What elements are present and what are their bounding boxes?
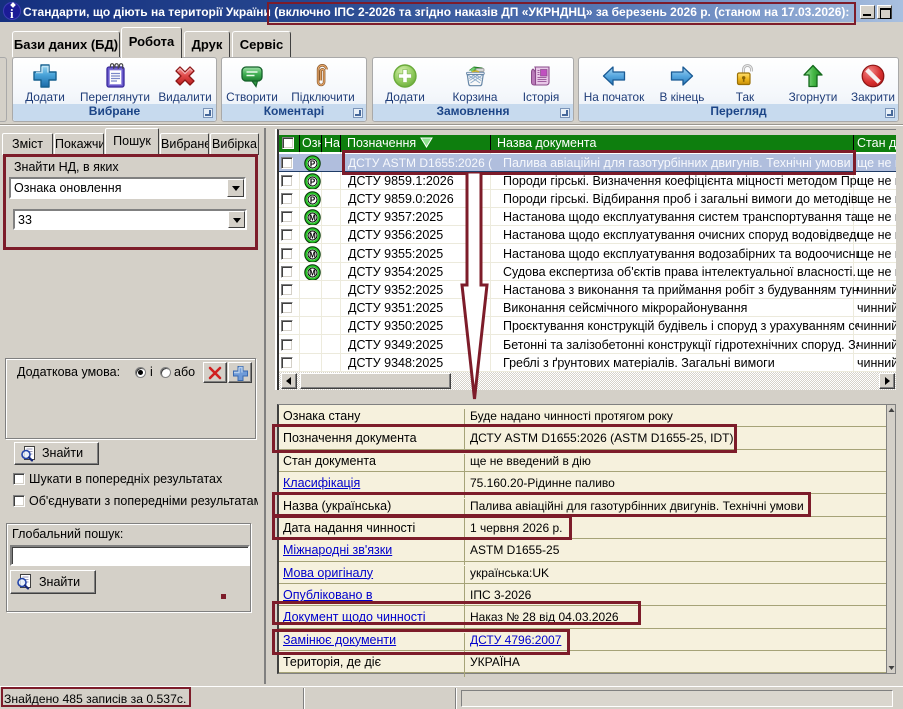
svg-text:M: M	[309, 214, 316, 223]
svg-text:M: M	[309, 250, 316, 259]
svg-text:P: P	[310, 177, 316, 186]
svg-text:M: M	[309, 232, 316, 241]
svg-text:P: P	[310, 195, 316, 204]
svg-text:P: P	[310, 159, 316, 168]
svg-text:M: M	[309, 268, 316, 277]
